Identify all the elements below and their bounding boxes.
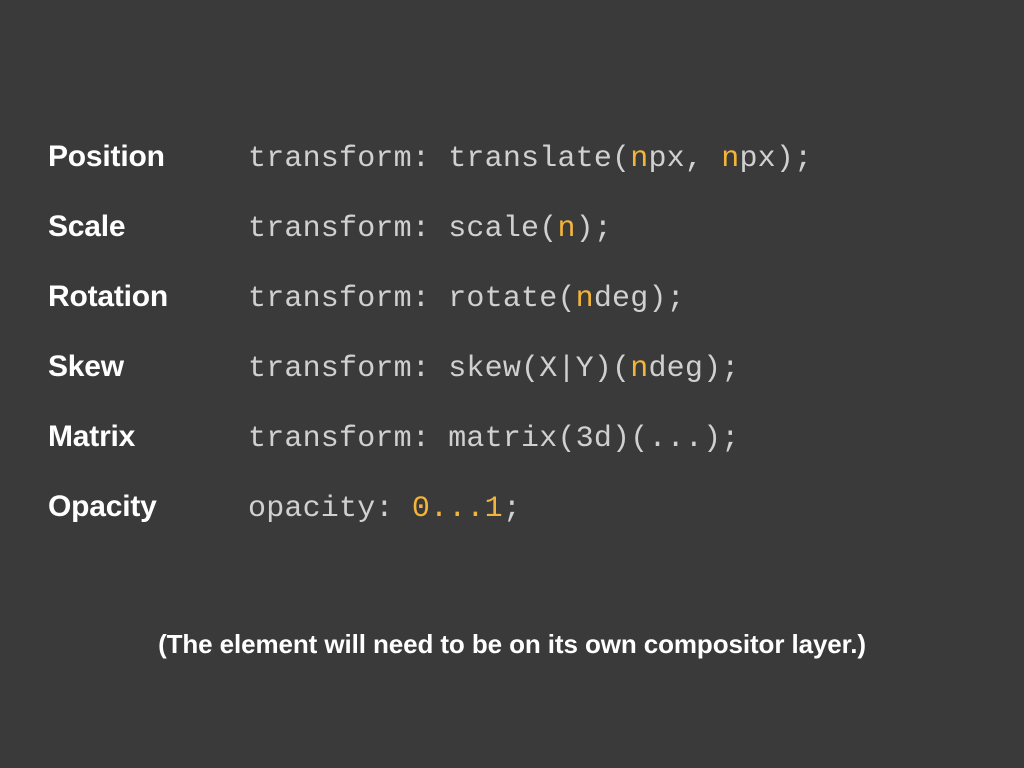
code-segment: 0...1 — [412, 492, 503, 526]
code-segment: ); — [576, 212, 612, 246]
footnote: (The element will need to be on its own … — [0, 629, 1024, 660]
row-label: Skew — [48, 350, 248, 384]
code-segment: opacity: — [248, 492, 412, 526]
row-code: transform: translate(npx, npx); — [248, 142, 976, 176]
code-segment: n — [630, 352, 648, 386]
code-segment: px); — [739, 142, 812, 176]
row-code: opacity: 0...1; — [248, 492, 976, 526]
row-label: Rotation — [48, 280, 248, 314]
row-label: Matrix — [48, 420, 248, 454]
code-segment: n — [576, 282, 594, 316]
row-code: transform: rotate(ndeg); — [248, 282, 976, 316]
code-segment: transform: scale( — [248, 212, 557, 246]
code-segment: ; — [503, 492, 521, 526]
row-code: transform: skew(X|Y)(ndeg); — [248, 352, 976, 386]
code-segment: transform: matrix(3d)(...); — [248, 422, 739, 456]
code-segment: deg); — [594, 282, 685, 316]
code-segment: transform: skew(X|Y)( — [248, 352, 630, 386]
row-code: transform: matrix(3d)(...); — [248, 422, 976, 456]
code-segment: transform: rotate( — [248, 282, 576, 316]
properties-table: Positiontransform: translate(npx, npx);S… — [48, 140, 976, 526]
row-label: Opacity — [48, 490, 248, 524]
row-label: Scale — [48, 210, 248, 244]
code-segment: n — [557, 212, 575, 246]
row-label: Position — [48, 140, 248, 174]
code-segment: deg); — [648, 352, 739, 386]
code-segment: n — [721, 142, 739, 176]
code-segment: n — [630, 142, 648, 176]
code-segment: transform: translate( — [248, 142, 630, 176]
code-segment: px, — [648, 142, 721, 176]
row-code: transform: scale(n); — [248, 212, 976, 246]
